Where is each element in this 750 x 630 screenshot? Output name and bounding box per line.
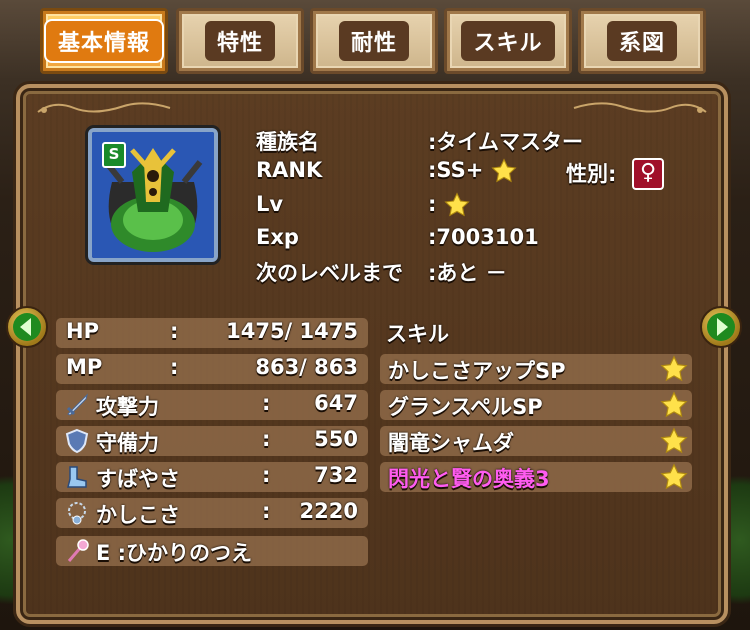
- tab-traits-label: 特性: [204, 21, 275, 61]
- next-level-value: :あと －: [428, 261, 507, 285]
- necklace-icon: [68, 502, 86, 525]
- skill-row-4[interactable]: 閃光と賢の奥義3: [380, 462, 692, 492]
- star-icon: [660, 391, 688, 418]
- arrow-right-icon: [707, 313, 735, 341]
- attack-sep: :: [262, 391, 271, 415]
- wisdom-value: 2220: [299, 499, 358, 523]
- star-icon: [660, 463, 688, 490]
- skill-name-3: 闇竜シャムダ: [388, 431, 514, 455]
- stat-row-attack: 攻撃力 : 647: [56, 390, 368, 420]
- shield-icon: [65, 428, 89, 454]
- stat-row-mp: MP : 863/ 863: [56, 354, 368, 384]
- skill-row-3[interactable]: 闇竜シャムダ: [380, 426, 692, 456]
- prev-monster-button[interactable]: [6, 306, 48, 348]
- exp-label: Exp: [256, 225, 299, 249]
- star-icon: [444, 192, 470, 217]
- tab-basic-info[interactable]: 基本情報: [40, 8, 168, 74]
- wisdom-label: かしこさ: [96, 503, 180, 527]
- rank-badge: S: [102, 142, 126, 168]
- rank-value: :SS+: [428, 158, 484, 182]
- agility-sep: :: [262, 463, 271, 487]
- ornament-left-icon: [37, 102, 171, 113]
- star-icon: [660, 427, 688, 454]
- tab-resistance[interactable]: 耐性: [310, 8, 438, 74]
- tab-skills[interactable]: スキル: [444, 8, 572, 74]
- hp-value: 1475/ 1475: [226, 319, 358, 343]
- tab-family-tree-label: 系図: [606, 21, 677, 61]
- rank-value-wrap: :SS+: [428, 158, 517, 184]
- mp-sep: :: [170, 355, 179, 379]
- skills-title: スキル: [386, 322, 449, 346]
- tab-basic-info-label: 基本情報: [45, 21, 162, 61]
- next-monster-button[interactable]: [700, 306, 742, 348]
- level-label: Lv: [256, 192, 284, 216]
- species-label: 種族名: [256, 130, 319, 154]
- gender-female-icon: ♀: [632, 158, 664, 190]
- equipment-label: E :ひかりのつえ: [96, 541, 253, 565]
- tab-skills-label: スキル: [461, 21, 555, 61]
- defense-value: 550: [314, 427, 358, 451]
- boot-icon: [67, 466, 87, 488]
- stat-row-agility: すばやさ : 732: [56, 462, 368, 492]
- attack-value: 647: [314, 391, 358, 415]
- mp-value: 863/ 863: [255, 355, 358, 379]
- agility-value: 732: [314, 463, 358, 487]
- sword-icon: [66, 393, 88, 416]
- star-icon: [491, 158, 517, 183]
- skill-row-2[interactable]: グランスペルSP: [380, 390, 692, 420]
- hp-label: HP: [66, 319, 99, 343]
- skill-row-1[interactable]: かしこさアップSP: [380, 354, 692, 384]
- staff-icon: [67, 539, 89, 562]
- agility-label: すばやさ: [96, 467, 180, 491]
- defense-label: 守備力: [96, 431, 159, 455]
- tab-traits[interactable]: 特性: [176, 8, 304, 74]
- stat-row-hp: HP : 1475/ 1475: [56, 318, 368, 348]
- attack-label: 攻撃力: [96, 395, 159, 419]
- defense-sep: :: [262, 427, 271, 451]
- mp-label: MP: [66, 355, 103, 379]
- level-value: :: [428, 192, 437, 216]
- tab-family-tree[interactable]: 系図: [578, 8, 706, 74]
- star-icon: [660, 355, 688, 382]
- hp-sep: :: [170, 319, 179, 343]
- skill-name-1: かしこさアップSP: [388, 359, 566, 383]
- skill-name-4: 閃光と賢の奥義3: [388, 467, 550, 491]
- rank-label: RANK: [256, 158, 323, 182]
- ornament-right-icon: [573, 102, 707, 113]
- stat-row-wisdom: かしこさ : 2220: [56, 498, 368, 528]
- next-level-label: 次のレベルまで: [256, 261, 403, 285]
- stat-row-defense: 守備力 : 550: [56, 426, 368, 456]
- arrow-left-icon: [13, 313, 41, 341]
- tab-bar: 基本情報 特性 耐性 スキル 系図: [40, 8, 708, 78]
- equipment-row[interactable]: E :ひかりのつえ: [56, 536, 368, 566]
- wisdom-sep: :: [262, 499, 271, 523]
- species-value: :タイムマスター: [428, 130, 583, 154]
- skill-name-2: グランスペルSP: [388, 395, 543, 419]
- exp-value: :7003101: [428, 225, 539, 249]
- tab-resistance-label: 耐性: [338, 21, 409, 61]
- level-value-wrap: :: [428, 192, 470, 218]
- gender-label: 性別:: [566, 162, 617, 186]
